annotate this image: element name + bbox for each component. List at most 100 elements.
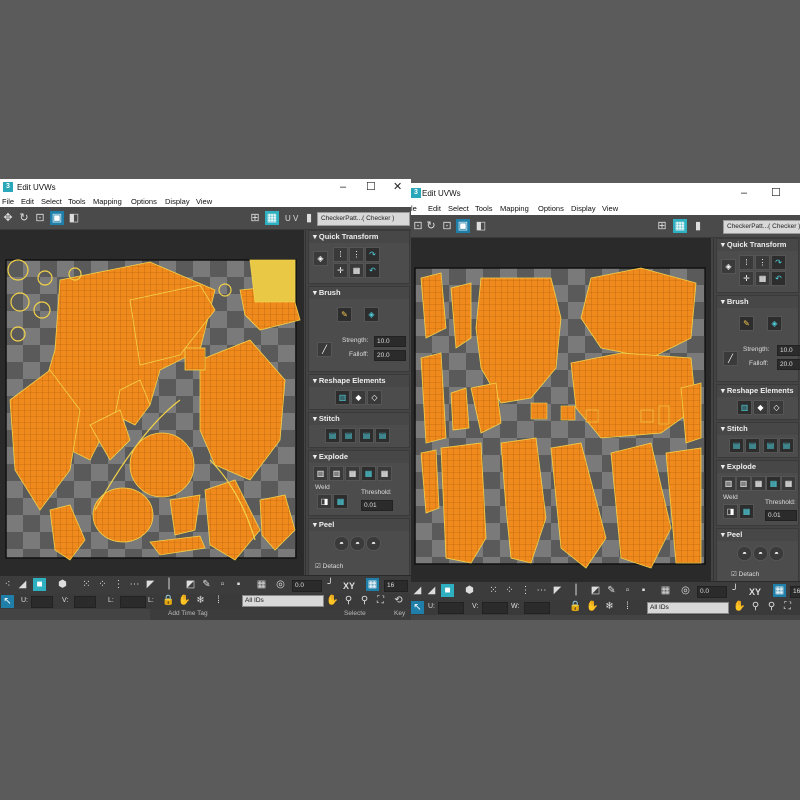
brush-size-icon-right[interactable]: ╱ (723, 351, 738, 366)
weld-selected-icon-right[interactable]: ◨ (723, 504, 738, 519)
falloff-field[interactable]: 20.0 (374, 350, 406, 361)
freeform-active-icon-right[interactable]: ▣ (456, 219, 470, 233)
rotate-cw-icon-right[interactable]: ↷ (771, 255, 786, 270)
relax-icon-right[interactable]: ◆ (753, 400, 768, 415)
explode-by-smooth-icon[interactable]: ▥ (313, 466, 328, 481)
menu-tools-right[interactable]: Tools (475, 204, 493, 213)
stitch-target-icon[interactable]: ▤ (375, 428, 390, 443)
v-field-right[interactable] (482, 602, 508, 614)
w-field-right[interactable] (524, 602, 550, 614)
reset-peel-icon-right[interactable]: ◓ (769, 546, 784, 561)
curve-icon[interactable]: ╯ (324, 578, 337, 591)
reshape-header[interactable]: ▾ Reshape Elements (309, 375, 409, 387)
rotate-ccw-icon-right[interactable]: ↶ (771, 271, 786, 286)
select-by-element-icon[interactable]: ▏ (166, 578, 179, 591)
angle-field-right[interactable]: 0.0 (697, 586, 727, 598)
menu-view-right[interactable]: View (602, 204, 618, 213)
move-icon[interactable]: ✥ (1, 211, 15, 225)
selection-mode-icon-right[interactable]: ▦ (659, 584, 672, 597)
uv-toggle[interactable]: U V (285, 214, 298, 223)
material-ids-dropdown[interactable]: All IDs (242, 595, 324, 607)
grid-snap-icon-right[interactable]: ▦ (773, 584, 786, 597)
falloff-type-icon-right[interactable]: ◎ (679, 584, 692, 597)
explode-by-material-icon-right[interactable]: ▥ (736, 476, 751, 491)
explode-by-polygon-icon[interactable]: ▦ (345, 466, 360, 481)
shrink-icon-right[interactable]: ⁘ (503, 584, 516, 597)
relax-brush-icon[interactable]: ◈ (364, 307, 379, 322)
xy-toggle-right[interactable]: XY (749, 587, 761, 597)
point-to-point-icon[interactable]: ◤ (144, 578, 157, 591)
w-field[interactable] (120, 596, 146, 608)
grid-snap-icon[interactable]: ▦ (366, 578, 379, 591)
zoom-extents-icon-right[interactable]: ⛶ (781, 600, 794, 613)
material-ids-dropdown-right[interactable]: All IDs (647, 602, 729, 614)
explode-by-material-icon[interactable]: ▥ (329, 466, 344, 481)
align-icon[interactable]: ◈ (313, 251, 328, 266)
pan-icon[interactable]: ✋ (326, 594, 339, 607)
absolute-mode-icon-right[interactable]: ↖ (411, 601, 424, 614)
reshape-header-right[interactable]: ▾ Reshape Elements (717, 385, 798, 397)
detach-checkbox[interactable]: ☑ Detach (315, 562, 343, 570)
relax-icon[interactable]: ◆ (351, 390, 366, 405)
explode-flatten-icon-right[interactable]: ▦ (766, 476, 781, 491)
peel-header-right[interactable]: ▾ Peel (717, 529, 798, 541)
rotate-icon[interactable]: ↻ (17, 211, 31, 225)
grid-size-field[interactable]: 16 (384, 580, 408, 592)
grow-icon-right[interactable]: ⁙ (487, 584, 500, 597)
filter-selected-icon-right[interactable]: ⊞ (655, 219, 669, 233)
snowflake-icon-right[interactable]: ❄ (603, 600, 616, 613)
minimize-icon[interactable]: – (340, 180, 346, 194)
zoom-region-icon-right[interactable]: ⚲ (765, 600, 778, 613)
element-select-icon[interactable]: ⬢ (56, 578, 69, 591)
weld-target-icon[interactable]: ▦ (333, 494, 348, 509)
strength-field-right[interactable]: 10.0 (777, 345, 800, 356)
menu-edit-right[interactable]: Edit (428, 204, 441, 213)
quick-transform-header-right[interactable]: ▾ Quick Transform (717, 239, 798, 251)
paint-brush-icon[interactable]: ✎ (337, 307, 352, 322)
brush-size-up-icon[interactable]: ▪ (232, 578, 245, 591)
weld-target-icon-right[interactable]: ▦ (739, 504, 754, 519)
texture-dropdown-right[interactable]: CheckerPatt...( Checker ) (723, 220, 800, 234)
menu-file-right[interactable]: le (411, 204, 417, 213)
element-select-icon-right[interactable]: ⬢ (463, 584, 476, 597)
ring-icon-right[interactable]: ⋯ (535, 584, 548, 597)
selection-mode-icon[interactable]: ▦ (255, 578, 268, 591)
loop-icon[interactable]: ⋮ (112, 578, 125, 591)
grow-icon[interactable]: ⁙ (80, 578, 93, 591)
stitch-target-icon-right[interactable]: ▤ (779, 438, 794, 453)
rotate-ccw-icon[interactable]: ↶ (365, 263, 380, 278)
stitch-source-icon-right[interactable]: ▤ (745, 438, 760, 453)
align-horizontal-icon[interactable]: ⁞ (333, 247, 348, 262)
stitch-custom-icon[interactable]: ▤ (325, 428, 340, 443)
maximize-icon[interactable]: ☐ (366, 180, 376, 194)
stitch-header[interactable]: ▾ Stitch (309, 413, 409, 425)
u-field-right[interactable] (438, 602, 464, 614)
brush-size-down-icon[interactable]: ▫ (216, 578, 229, 591)
explode-header-right[interactable]: ▾ Explode (717, 461, 798, 473)
vertex-select-icon[interactable]: ⁖ (1, 578, 14, 591)
hand-icon-right[interactable]: ✋ (586, 600, 599, 613)
loop-icon-right[interactable]: ⋮ (519, 584, 532, 597)
explode-seams-icon-right[interactable]: ▦ (781, 476, 796, 491)
xy-toggle[interactable]: XY (343, 581, 355, 591)
relax-brush-icon-right[interactable]: ◈ (767, 316, 782, 331)
select-by-element-icon-right[interactable]: ▏ (573, 584, 586, 597)
menu-options[interactable]: Options (131, 197, 157, 206)
menu-options-right[interactable]: Options (538, 204, 564, 213)
peel-mode-icon-right[interactable]: ◓ (753, 546, 768, 561)
brush-size-up-icon-right[interactable]: ▪ (637, 584, 650, 597)
add-time-tag[interactable]: Add Time Tag (168, 610, 208, 617)
lock-icon[interactable]: 🔒 (162, 594, 175, 607)
menu-view[interactable]: View (196, 197, 212, 206)
align-icon-right[interactable]: ◈ (721, 259, 736, 274)
paint-brush-icon-right[interactable]: ✎ (739, 316, 754, 331)
stitch-source-icon[interactable]: ▤ (341, 428, 356, 443)
filter-selected-icon[interactable]: ⊞ (248, 211, 262, 225)
align-vertical-icon-right[interactable]: ⋮ (755, 255, 770, 270)
space-vertical-icon[interactable]: ▦ (349, 263, 364, 278)
v-field[interactable] (74, 596, 96, 608)
menu-mapping-right[interactable]: Mapping (500, 204, 529, 213)
rotate-cw-icon[interactable]: ↷ (365, 247, 380, 262)
menu-tools[interactable]: Tools (68, 197, 86, 206)
explode-flatten-icon[interactable]: ▦ (361, 466, 376, 481)
